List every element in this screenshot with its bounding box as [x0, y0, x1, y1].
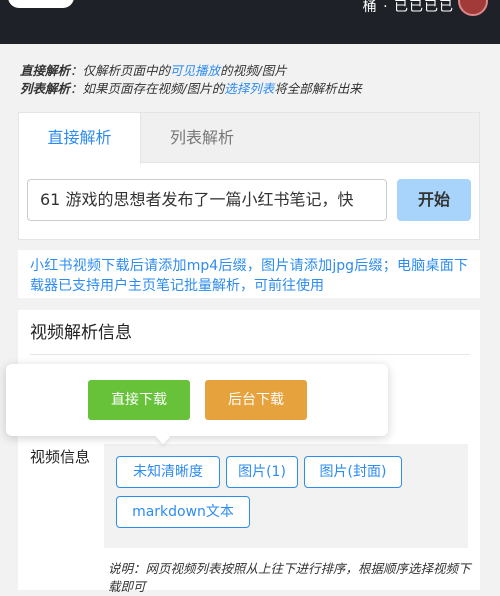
url-input-row: 61 游戏的思想者发布了一篇小红书笔记，快 开始	[27, 179, 471, 223]
avatar[interactable]	[458, 0, 488, 16]
select-list-link: 选择列表	[224, 81, 275, 96]
visible-play-link: 可见播放	[170, 63, 221, 78]
menu-pill[interactable]	[8, 0, 74, 8]
top-bar: 桶 · 已已已已	[0, 0, 500, 44]
parse-panel: 直接解析 列表解析 61 游戏的思想者发布了一篇小红书笔记，快 开始	[18, 112, 480, 240]
parse-description: 直接解析：仅解析页面中的可见播放的视频/图片 列表解析：如果页面存在视频/图片的…	[20, 62, 362, 98]
user-name: 桶 · 已已已已	[362, 0, 454, 15]
divider	[30, 354, 470, 355]
tab-direct-parse[interactable]: 直接解析	[19, 113, 141, 164]
direct-download-button[interactable]: 直接下载	[88, 380, 190, 420]
panel-title: 视频解析信息	[30, 323, 132, 343]
parse-tabs: 直接解析 列表解析	[19, 113, 479, 164]
video-info-box: 未知清晰度 图片(1) 图片(封面) markdown文本	[104, 444, 468, 548]
cover-image-button[interactable]: 图片(封面)	[304, 456, 402, 488]
notice-text: 小红书视频下载后请添加mp4后缀，图片请添加jpg后缀；电脑桌面下载器已支持用户…	[18, 250, 480, 298]
download-popover: 直接下载 后台下载	[6, 364, 388, 445]
resolution-button[interactable]: 未知清晰度	[116, 456, 220, 488]
desc-line-list: 列表解析：如果页面存在视频/图片的选择列表将全部解析出来	[20, 81, 362, 96]
video-info-label: 视频信息	[30, 448, 91, 466]
desc-line-direct: 直接解析：仅解析页面中的可见播放的视频/图片	[20, 63, 287, 78]
markdown-text-button[interactable]: markdown文本	[116, 496, 250, 528]
background-download-button[interactable]: 后台下载	[205, 380, 307, 420]
tab-list-parse[interactable]: 列表解析	[141, 113, 263, 163]
sort-note: 说明：网页视频列表按照从上往下进行排序，根据顺序选择视频下载即可	[108, 561, 471, 594]
image-1-button[interactable]: 图片(1)	[226, 456, 298, 488]
start-button[interactable]: 开始	[397, 179, 471, 221]
url-input[interactable]: 61 游戏的思想者发布了一篇小红书笔记，快	[27, 179, 387, 221]
